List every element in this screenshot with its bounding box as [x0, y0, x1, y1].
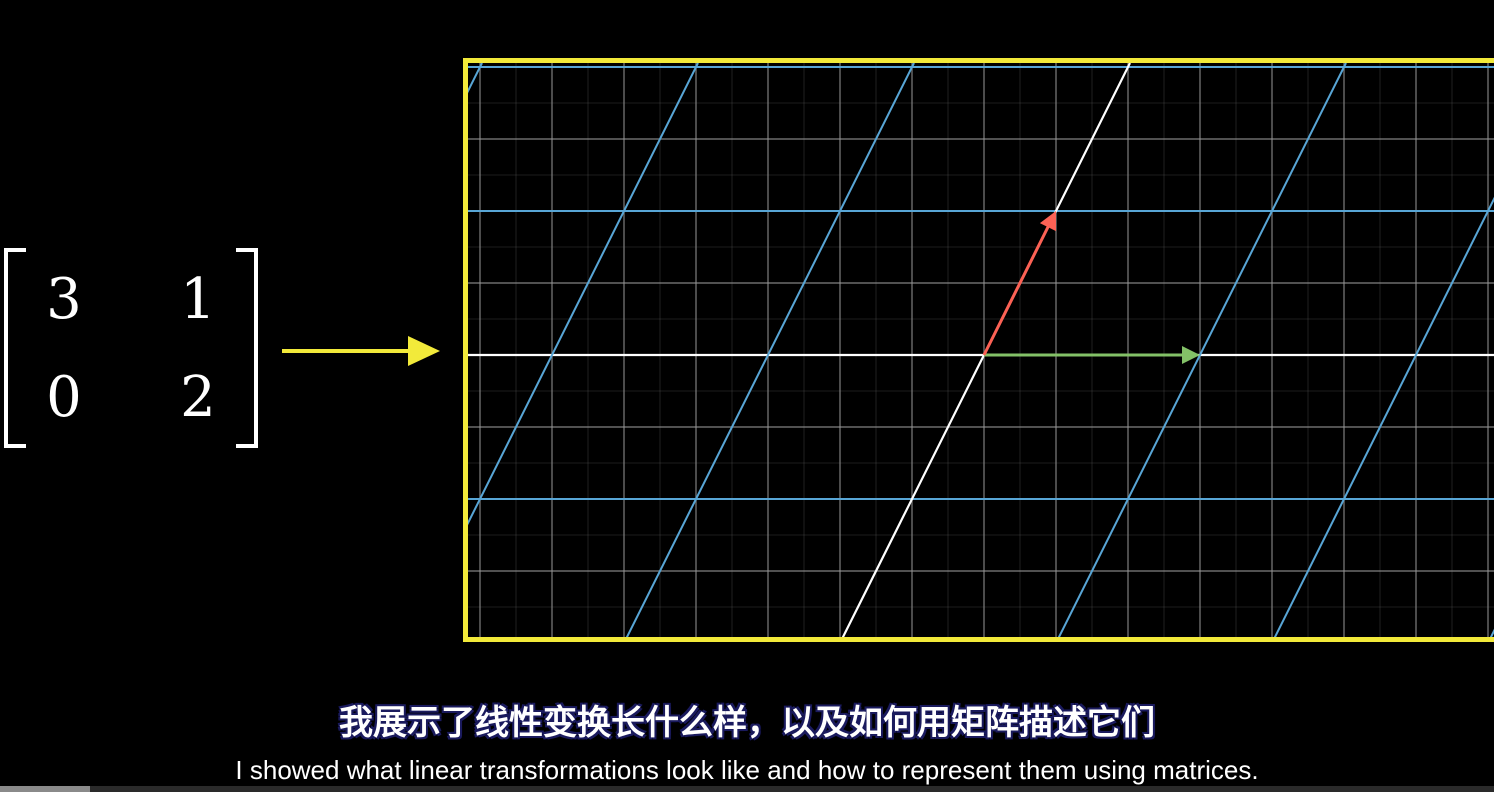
matrix-entry-a: 3	[46, 267, 82, 332]
subtitle-english: I showed what linear transformations loo…	[235, 755, 1259, 785]
matrix-entry-b: 1	[180, 267, 216, 332]
matrix-entry-c: 0	[46, 365, 82, 430]
subtitle-chinese: 我展示了线性变换长什么样，以及如何用矩阵描述它们	[0, 700, 1494, 746]
transform-arrow-icon	[282, 336, 440, 366]
matrix-entry-d: 2	[180, 365, 216, 430]
video-progress-bar[interactable]	[0, 786, 1494, 792]
plot-canvas	[468, 63, 1494, 637]
basis-grid-line	[468, 63, 699, 526]
subtitle-chinese-text: 我展示了线性变换长什么样，以及如何用矩阵描述它们	[339, 703, 1155, 743]
matrix: 3 1 0 2	[0, 248, 262, 452]
basis-grid-line	[1489, 628, 1494, 637]
video-progress-fill	[0, 786, 90, 792]
matrix-right-bracket	[236, 248, 258, 448]
transformation-plot	[463, 58, 1494, 642]
matrix-left-bracket	[4, 248, 26, 448]
j-hat-vector	[982, 226, 1050, 356]
